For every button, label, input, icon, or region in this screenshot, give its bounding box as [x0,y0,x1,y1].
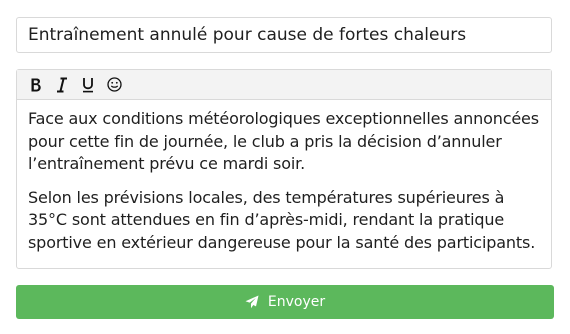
send-button-label: Envoyer [267,294,326,310]
message-editor: Face aux conditions météorologiques exce… [16,69,552,269]
bold-icon [31,78,41,91]
message-paragraph: Selon les prévisions locales, des tempér… [28,187,536,252]
paper-plane-icon [245,295,259,309]
emoji-button[interactable] [101,74,127,96]
message-paragraph: Face aux conditions météorologiques exce… [28,109,539,173]
underline-button[interactable] [75,74,101,96]
send-button[interactable]: Envoyer [16,285,554,319]
message-body[interactable]: Face aux conditions météorologiques exce… [17,100,551,254]
bold-button[interactable] [23,74,49,96]
subject-input[interactable] [16,17,552,53]
italic-icon [57,77,67,92]
underline-icon [83,77,93,92]
italic-button[interactable] [49,74,75,96]
formatting-toolbar [17,70,551,100]
emoji-icon [106,77,122,92]
